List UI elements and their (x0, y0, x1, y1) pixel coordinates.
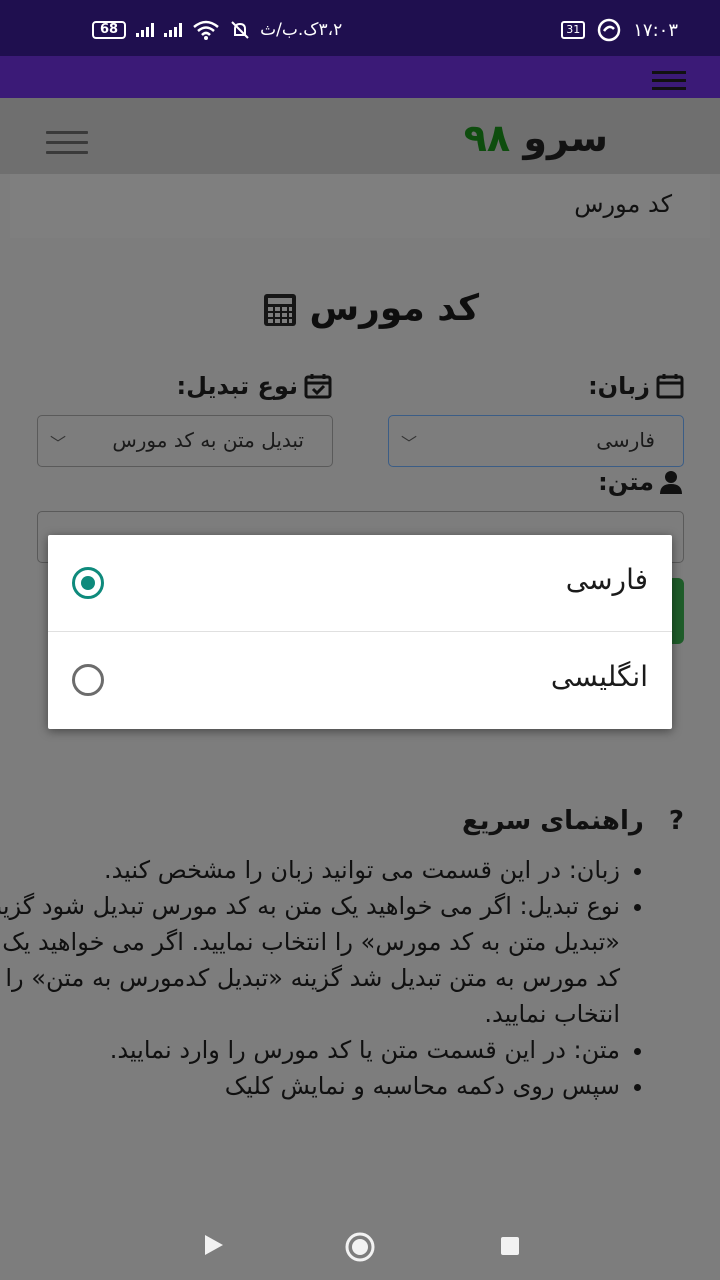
hamburger-menu-icon[interactable] (46, 124, 88, 161)
calculator-icon (263, 294, 296, 326)
help-title: ? راهنمای سریع (461, 806, 684, 836)
page-title: کد مورس (0, 288, 720, 329)
calendar-icon (656, 374, 684, 399)
site-logo[interactable]: سرو ۹۸ (464, 116, 608, 160)
calendar-check-icon (304, 374, 332, 399)
status-bar: 68 ۳،۲ک.ب/ث 31 ۱۷:۰۳ (0, 0, 720, 56)
language-option-english[interactable]: انگلیسی (48, 632, 672, 728)
chevron-down-icon: ﹀ (50, 434, 67, 453)
status-time: ۱۷:۰۳ (633, 19, 678, 41)
help-item: متن: در این قسمت متن یا کد مورس را وارد … (0, 1032, 620, 1068)
status-date: ۳،۲ک.ب/ث (260, 20, 343, 40)
logo-word: سرو (523, 116, 608, 160)
system-nav-bar (0, 1210, 720, 1280)
help-list: زبان: در این قسمت می توانید زبان را مشخص… (0, 852, 650, 1104)
site-header (0, 98, 720, 174)
recents-icon[interactable] (500, 1236, 520, 1256)
submit-button-edge[interactable] (672, 578, 684, 644)
signal-icon (136, 23, 155, 37)
breadcrumb-current: کد مورس (574, 190, 672, 218)
conversion-type-label: نوع تبدیل: (176, 372, 332, 400)
page-title-text: کد مورس (309, 288, 480, 329)
language-select[interactable]: فارسی ﹀ (388, 415, 684, 467)
language-option-farsi[interactable]: فارسی (48, 535, 672, 631)
home-icon[interactable] (344, 1231, 376, 1263)
bell-muted-icon (231, 21, 249, 39)
browser-menu-icon[interactable] (652, 66, 686, 95)
breadcrumb: کد مورس (10, 174, 710, 238)
language-dialog: فارسی انگلیسی (48, 535, 672, 729)
conversion-type-select[interactable]: تبدیل متن به کد مورس ﹀ (37, 415, 333, 467)
battery-icon: 68 (92, 21, 127, 39)
chevron-down-icon: ﹀ (401, 434, 418, 453)
wifi-icon (193, 20, 219, 40)
radio-selected-icon[interactable] (72, 567, 104, 599)
user-icon (660, 471, 682, 494)
help-item: سپس روی دکمه محاسبه و نمایش کلیک (0, 1068, 620, 1104)
language-label: زبان: (588, 372, 684, 400)
browser-toolbar (0, 56, 720, 98)
status-right: 31 ۱۷:۰۳ (561, 18, 678, 42)
text-label: متن: (598, 468, 682, 496)
help-item: نوع تبدیل: اگر می خواهید یک متن به کد مو… (0, 888, 620, 1032)
radio-unselected-icon[interactable] (72, 664, 104, 696)
question-icon: ? (668, 806, 684, 836)
status-left: 68 ۳،۲ک.ب/ث (92, 20, 342, 40)
help-item: زبان: در این قسمت می توانید زبان را مشخص… (0, 852, 620, 888)
app-notification-icon (598, 18, 621, 42)
back-icon[interactable] (203, 1234, 225, 1256)
logo-number: ۹۸ (463, 116, 511, 160)
signal-icon (164, 23, 183, 37)
calendar-icon: 31 (561, 21, 586, 39)
